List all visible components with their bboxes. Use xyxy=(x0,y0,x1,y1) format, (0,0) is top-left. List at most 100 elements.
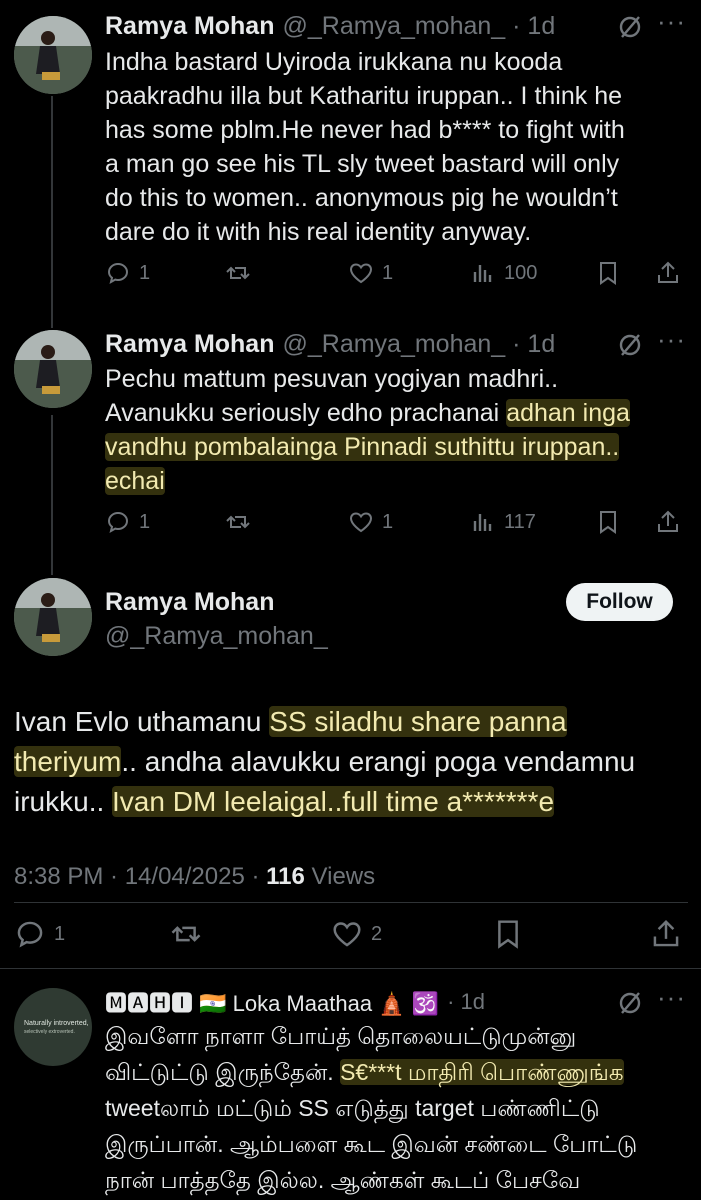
bookmark-icon xyxy=(600,262,616,285)
tweet-line: echai xyxy=(105,464,690,498)
avatar[interactable] xyxy=(14,578,92,656)
tweet-header: Ramya Mohan @_Ramya_mohan_ · 1d xyxy=(105,12,555,41)
view-count: 100 xyxy=(504,261,538,284)
author-name[interactable]: Ramya Mohan xyxy=(105,12,274,41)
avatar[interactable] xyxy=(14,330,92,408)
reply-button[interactable]: 1 xyxy=(14,918,65,950)
grok-icon[interactable] xyxy=(617,14,643,40)
views-count: 116 xyxy=(266,863,305,890)
highlighted-text: theriyum xyxy=(14,746,122,777)
avatar-text: selectively extroverted. xyxy=(24,1028,75,1035)
tweet-line: dare do it with his real identity anyway… xyxy=(105,218,532,246)
heart-icon xyxy=(349,512,373,533)
more-options-icon[interactable]: ··· xyxy=(657,6,686,37)
author-handle[interactable]: @_Ramya_mohan_ xyxy=(105,622,328,651)
bookmark-icon xyxy=(600,511,616,534)
avatar-text: Naturally introverted, xyxy=(24,1019,89,1027)
tweet-text-span: Avanukku seriously edho prachanai xyxy=(105,399,507,427)
highlighted-text: echai xyxy=(105,467,165,495)
tweet-line: vandhu pombalainga Pinnadi suthittu irup… xyxy=(105,430,690,464)
more-options-icon[interactable]: ··· xyxy=(657,982,686,1013)
main-tweet-text: Ivan Evlo uthamanu SS siladhu share pann… xyxy=(14,702,694,822)
post-time[interactable]: · 1d xyxy=(447,989,485,1015)
bookmark-icon xyxy=(498,920,518,949)
reply-icon xyxy=(107,511,129,534)
share-button[interactable] xyxy=(655,260,681,286)
tweet-line: has some pblm.He never had b**** to figh… xyxy=(105,116,625,144)
reply-button[interactable]: 1 xyxy=(105,509,150,535)
bookmark-button[interactable] xyxy=(595,260,621,286)
tweet-text-span: விட்டுட்டு இருந்தேன். xyxy=(105,1059,341,1085)
main-action-bar: 1 2 xyxy=(14,918,688,952)
tweet-line: விட்டுட்டு இருந்தேன். S€***t மாதிரி பொண்… xyxy=(105,1054,690,1090)
like-button[interactable]: 1 xyxy=(348,509,393,535)
share-icon xyxy=(658,261,678,283)
grok-icon[interactable] xyxy=(617,990,643,1016)
share-icon xyxy=(658,510,678,532)
author-name[interactable]: Ramya Mohan xyxy=(105,588,274,617)
highlighted-text: adhan inga xyxy=(506,399,630,427)
like-button[interactable]: 1 xyxy=(348,260,393,286)
avatar[interactable]: Naturally introverted, selectively extro… xyxy=(14,988,92,1066)
tweet-text-span: Ivan Evlo uthamanu xyxy=(14,706,270,737)
timestamp[interactable]: 8:38 PM · 14/04/2025 · xyxy=(14,863,266,890)
like-count: 1 xyxy=(382,510,394,533)
heart-icon xyxy=(349,263,373,284)
tweet-header: Ramya Mohan @_Ramya_mohan_ · 1d xyxy=(105,330,555,359)
author-handle[interactable]: @_Ramya_mohan_ · 1d xyxy=(282,330,555,359)
reply-icon xyxy=(107,262,129,285)
like-count: 2 xyxy=(371,922,383,945)
avatar[interactable] xyxy=(14,16,92,94)
views-button[interactable]: 117 xyxy=(470,509,536,535)
highlighted-text: S€***t மாதிரி பொண்ணுங்க xyxy=(340,1059,624,1085)
tweet-line: நான் பாத்ததே இல்ல. ஆண்கள் கூடப் பேசவே xyxy=(105,1167,581,1193)
repost-button[interactable] xyxy=(225,260,251,286)
timestamp-line: 8:38 PM · 14/04/2025 · 116 Views xyxy=(14,863,375,891)
share-button[interactable] xyxy=(650,918,682,950)
like-button[interactable]: 2 xyxy=(331,918,382,950)
tweet-line: Pechu mattum pesuvan yogiyan madhri.. xyxy=(105,365,559,393)
reply-count: 1 xyxy=(54,922,66,945)
author-handle[interactable]: @_Ramya_mohan_ · 1d xyxy=(282,12,555,41)
tweet-text-span: .. andha alavukku erangi poga vendamnu xyxy=(121,746,636,777)
repost-button[interactable] xyxy=(170,918,202,950)
reply-button[interactable]: 1 xyxy=(105,260,150,286)
views-icon xyxy=(473,514,492,531)
follow-button[interactable]: Follow xyxy=(566,583,673,621)
views-icon xyxy=(473,265,492,282)
tweet-line: irukku.. Ivan DM leelaigal..full time a*… xyxy=(14,782,694,822)
tweet-line: இருப்பான். ஆம்பளை கூட இவன் சண்டை போட்டு xyxy=(105,1131,638,1157)
bookmark-button[interactable] xyxy=(595,509,621,535)
tweet-line: paakradhu illa but Katharitu iruppan.. I… xyxy=(105,82,623,110)
tweet-line: theriyum.. andha alavukku erangi poga ve… xyxy=(14,742,694,782)
highlighted-text: Ivan DM leelaigal..full time a*******e xyxy=(112,786,555,817)
repost-icon xyxy=(171,926,201,942)
author-name[interactable]: 🅼🅰🅷🅸 🇮🇳 Loka Maathaa 🛕 🕉️ xyxy=(105,986,439,1018)
reply-icon xyxy=(17,921,43,948)
like-count: 1 xyxy=(382,261,394,284)
grok-icon[interactable] xyxy=(617,332,643,358)
reply-count: 1 xyxy=(139,510,151,533)
tweet-line: do this to women.. anonymous pig he woul… xyxy=(105,184,618,212)
heart-icon xyxy=(333,922,361,947)
thread-line xyxy=(51,415,53,575)
tweet-line: Ivan Evlo uthamanu SS siladhu share pann… xyxy=(14,702,694,742)
tweet-line: Avanukku seriously edho prachanai adhan … xyxy=(105,396,690,430)
tweet-header: 🅼🅰🅷🅸 🇮🇳 Loka Maathaa 🛕 🕉️ · 1d xyxy=(105,986,485,1018)
tweet-line: a man go see his TL sly tweet bastard wi… xyxy=(105,150,620,178)
action-bar: 1 1 117 xyxy=(105,509,685,539)
tweet-line: இவளோ நாளா போய்த் தொலையட்டுமுன்னு xyxy=(105,1023,577,1049)
repost-icon xyxy=(226,515,250,529)
more-options-icon[interactable]: ··· xyxy=(657,324,686,355)
author-name[interactable]: Ramya Mohan xyxy=(105,330,274,359)
divider xyxy=(0,968,701,969)
tweet-text: இவளோ நாளா போய்த் தொலையட்டுமுன்னு விட்டுட… xyxy=(105,1018,690,1198)
views-button[interactable]: 100 xyxy=(470,260,537,286)
share-button[interactable] xyxy=(655,509,681,535)
view-count: 117 xyxy=(504,510,536,533)
repost-button[interactable] xyxy=(225,509,251,535)
highlighted-text: SS siladhu share panna xyxy=(269,706,567,737)
tweet-text: Pechu mattum pesuvan yogiyan madhri.. Av… xyxy=(105,362,690,498)
repost-icon xyxy=(226,266,250,280)
bookmark-button[interactable] xyxy=(492,918,524,950)
